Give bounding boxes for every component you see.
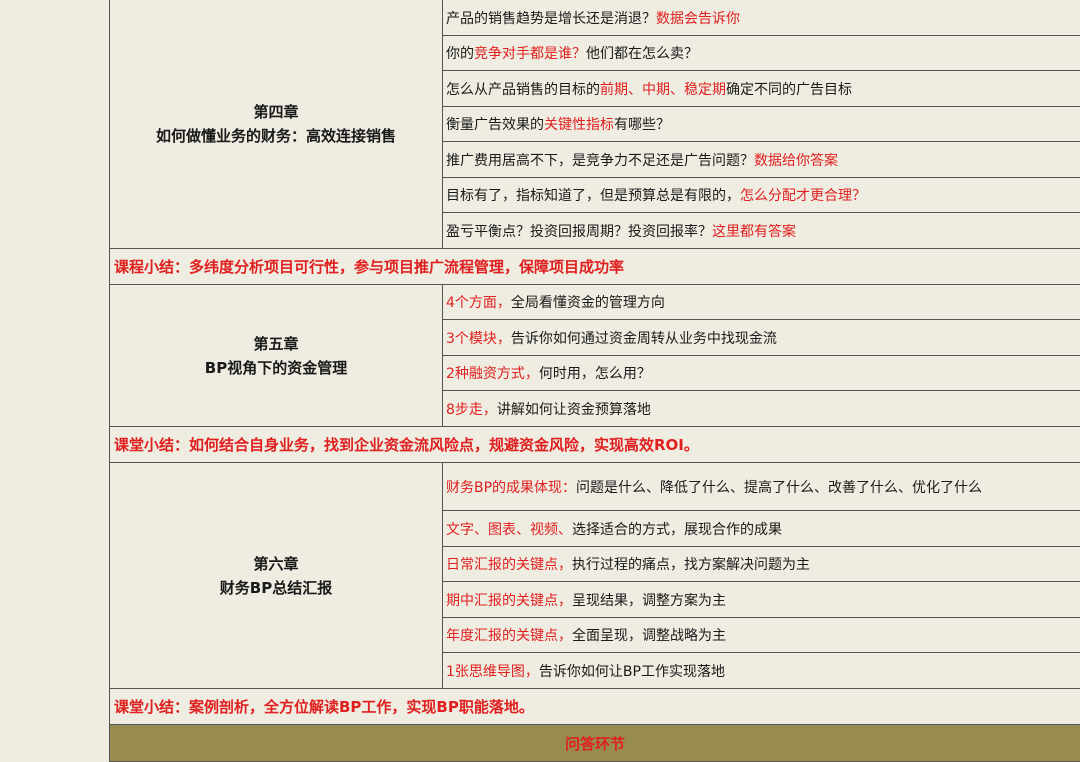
item-highlight: 关键性指标 — [544, 117, 614, 133]
chapter-6-title: 财务BP总结汇报 — [219, 578, 333, 597]
ch4-item-5: 推广费用居高不下，是竞争力不足还是广告问题？ 数据给你答案 — [443, 142, 1080, 178]
item-highlight: 这里都有答案 — [712, 223, 796, 240]
item-text: 确定不同的广告目标 — [726, 81, 852, 98]
item-text: 选择适合的方式，展现合作的成果 — [572, 521, 782, 538]
ch6-summary: 课堂小结：案例剖析，全方位解读BP工作，实现BP职能落地。 — [110, 689, 1080, 725]
ch5-item-3: 2种融资方式， 何时用，怎么用？ — [443, 356, 1080, 391]
ch6-item-6: 1张思维导图， 告诉你如何让BP工作实现落地 — [443, 653, 1080, 689]
ch5-item-1: 4个方面， 全局看懂资金的管理方向 — [443, 285, 1080, 320]
item-highlight: 1张思维导图， — [446, 663, 539, 680]
item-text: 你的 — [446, 46, 474, 62]
item-highlight: 数据给你答案 — [754, 152, 838, 169]
item-highlight: 4个方面， — [446, 295, 511, 311]
item-text: 产品的销售趋势是增长还是消退？ — [446, 10, 656, 27]
ch5-item-2: 3个模块， 告诉你如何通过资金周转从业务中找现金流 — [443, 320, 1080, 356]
item-text: 衡量广告效果的 — [446, 117, 544, 133]
item-highlight: 怎么分配才更合理？ — [740, 188, 866, 204]
ch6-item-1: 财务BP的成果体现： 问题是什么、降低了什么、提高了什么、改善了什么、优化了什么 — [443, 463, 1080, 511]
item-highlight: 数据会告诉你 — [656, 10, 740, 27]
item-text: 讲解如何让资金预算落地 — [496, 401, 651, 418]
ch5-item-4: 8步走， 讲解如何让资金预算落地 — [443, 391, 1080, 427]
item-highlight: 期中汇报的关键点， — [446, 592, 572, 609]
item-text: 告诉你如何让BP工作实现落地 — [538, 663, 725, 680]
item-highlight: 前期、中期、稳定期 — [600, 81, 726, 98]
chapter-5-cell: 第五章 BP视角下的资金管理 — [110, 285, 443, 427]
ch6-item-5: 年度汇报的关键点， 全面呈现，调整战略为主 — [443, 618, 1080, 653]
item-highlight: 8步走， — [446, 401, 497, 418]
chapter-6-cell: 第六章 财务BP总结汇报 — [110, 463, 443, 689]
item-text: 何时用，怎么用？ — [538, 366, 651, 382]
ch4-item-4: 衡量广告效果的 关键性指标 有哪些？ — [443, 107, 1080, 142]
item-highlight: 2种融资方式， — [446, 366, 539, 382]
ch4-item-2: 你的 竞争对手都是谁？ 他们都在怎么卖？ — [443, 36, 1080, 71]
item-text: 全面呈现，调整战略为主 — [572, 628, 726, 644]
qa-section-banner: 问答环节 — [110, 725, 1080, 762]
chapter-4-cell: 第四章 如何做懂业务的财务：高效连接销售 — [110, 0, 443, 249]
chapter-5-number: 第五章 — [253, 334, 299, 353]
course-outline-table: 第四章 如何做懂业务的财务：高效连接销售 产品的销售趋势是增长还是消退？ 数据会告… — [0, 0, 1080, 762]
item-text: 执行过程的痛点，找方案解决问题为主 — [572, 557, 810, 573]
item-text: 呈现结果，调整方案为主 — [572, 592, 726, 609]
ch5-summary: 课堂小结：如何结合自身业务，找到企业资金流风险点，规避资金风险，实现高效ROI。 — [110, 427, 1080, 463]
chapter-5-title: BP视角下的资金管理 — [204, 358, 348, 377]
item-text: 盈亏平衡点？投资回报周期？投资回报率？ — [446, 223, 712, 240]
ch6-item-3: 日常汇报的关键点， 执行过程的痛点，找方案解决问题为主 — [443, 547, 1080, 582]
ch6-item-4: 期中汇报的关键点， 呈现结果，调整方案为主 — [443, 582, 1080, 618]
item-text: 全局看懂资金的管理方向 — [510, 295, 665, 311]
item-highlight: 文字、图表、视频、 — [446, 521, 572, 538]
left-margin-column — [0, 0, 110, 762]
item-highlight: 年度汇报的关键点， — [446, 628, 572, 644]
item-text: 问题是什么、降低了什么、提高了什么、改善了什么、优化了什么 — [576, 479, 983, 496]
chapter-4-title: 如何做懂业务的财务：高效连接销售 — [155, 127, 396, 145]
item-text: 告诉你如何通过资金周转从业务中找现金流 — [510, 330, 777, 347]
ch4-item-3: 怎么从产品销售的目标的 前期、中期、稳定期 确定不同的广告目标 — [443, 71, 1080, 107]
item-text: 有哪些？ — [614, 117, 670, 133]
item-text: 目标有了，指标知道了，但是预算总是有限的， — [446, 188, 740, 204]
ch4-item-6: 目标有了，指标知道了，但是预算总是有限的， 怎么分配才更合理？ — [443, 178, 1080, 213]
item-highlight: 3个模块， — [446, 330, 511, 347]
item-text: 怎么从产品销售的目标的 — [446, 81, 600, 98]
item-highlight: 竞争对手都是谁？ — [474, 46, 586, 62]
ch6-item-2: 文字、图表、视频、 选择适合的方式，展现合作的成果 — [443, 511, 1080, 547]
item-text: 他们都在怎么卖？ — [586, 46, 698, 62]
chapter-4-number: 第四章 — [253, 103, 299, 121]
item-highlight: 日常汇报的关键点， — [446, 557, 572, 573]
item-text: 推广费用居高不下，是竞争力不足还是广告问题？ — [446, 152, 754, 169]
ch4-item-1: 产品的销售趋势是增长还是消退？ 数据会告诉你 — [443, 0, 1080, 36]
ch4-item-7: 盈亏平衡点？投资回报周期？投资回报率？ 这里都有答案 — [443, 213, 1080, 249]
item-highlight: 财务BP的成果体现： — [446, 479, 577, 496]
ch4-summary: 课程小结：多纬度分析项目可行性，参与项目推广流程管理，保障项目成功率 — [110, 249, 1080, 285]
chapter-6-number: 第六章 — [253, 554, 299, 573]
